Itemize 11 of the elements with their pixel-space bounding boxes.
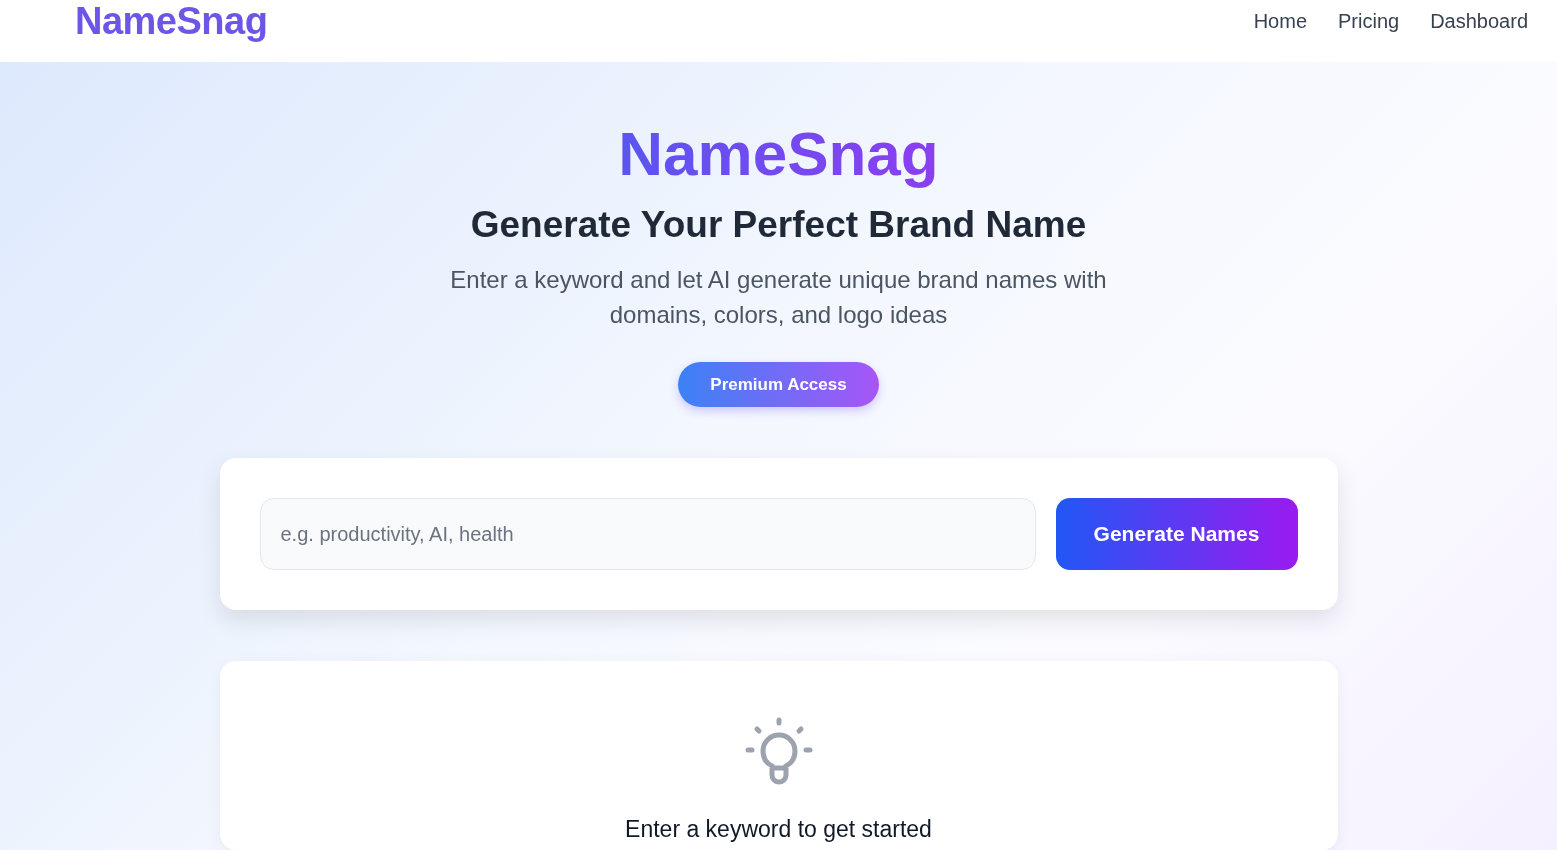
hero-description: Enter a keyword and let AI generate unique brand names with domains, colors, and logo ideas — [449, 265, 1108, 330]
lightbulb-icon — [743, 716, 814, 786]
nav-link[interactable]: Home — [1253, 9, 1307, 33]
empty-state-message: Enter a keyword to get started — [625, 816, 932, 843]
generate-names-button[interactable]: Generate Names — [1055, 498, 1298, 570]
nav-link[interactable]: Dashboard — [1430, 9, 1528, 33]
logo[interactable]: NameSnag — [75, 0, 268, 43]
hero-subtitle: Generate Your Perfect Brand Name — [470, 203, 1087, 247]
premium-access-button[interactable]: Premium Access — [678, 362, 879, 407]
nav-link[interactable]: Pricing — [1338, 9, 1400, 33]
keyword-input-field[interactable]: e.g. productivity, AI, health — [259, 498, 1036, 570]
